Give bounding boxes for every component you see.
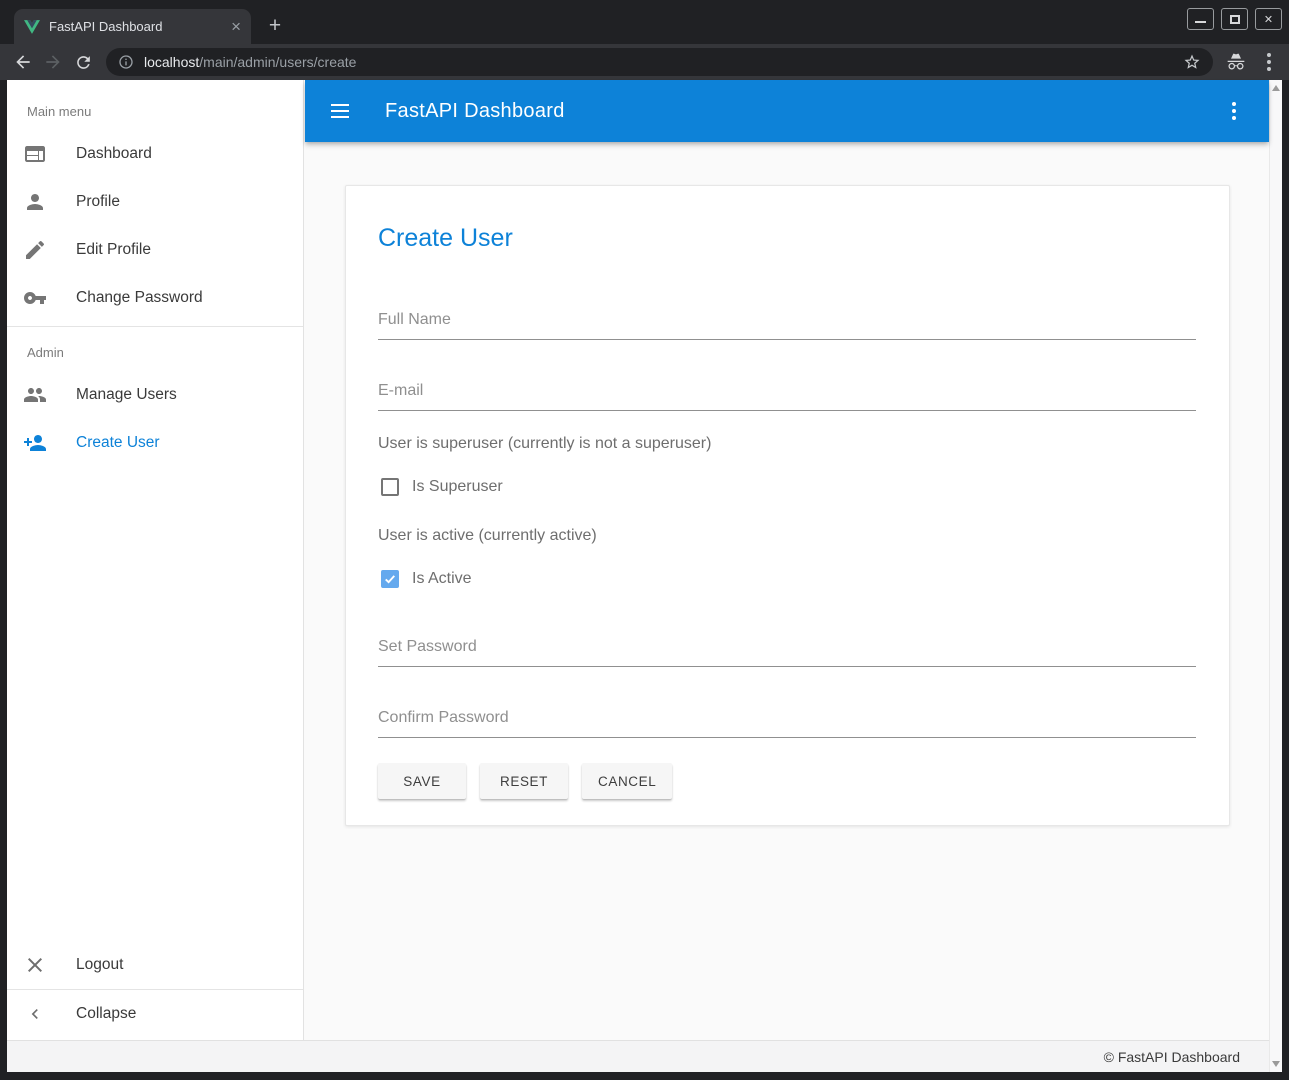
sidebar-item-dashboard[interactable]: Dashboard <box>7 130 303 178</box>
vue-logo-icon <box>24 19 40 35</box>
incognito-icon <box>1221 47 1251 77</box>
page-viewport: Main menu Dashboard Profile Edit Profile <box>7 80 1282 1072</box>
set-password-input[interactable] <box>378 637 1196 667</box>
person-add-icon <box>23 431 47 455</box>
form-actions: SAVE RESET CANCEL <box>378 763 1196 799</box>
app-title: FastAPI Dashboard <box>385 100 565 123</box>
sidebar-item-edit-profile[interactable]: Edit Profile <box>7 226 303 274</box>
people-icon <box>23 383 47 407</box>
dashboard-icon <box>23 142 47 166</box>
reload-button[interactable] <box>68 47 98 77</box>
email-input[interactable] <box>378 381 1196 411</box>
superuser-checkbox-row[interactable]: Is Superuser <box>378 477 1196 497</box>
close-x-icon <box>23 953 47 977</box>
appbar-kebab-icon[interactable] <box>1222 102 1246 120</box>
active-checkbox-row[interactable]: Is Active <box>378 569 1196 589</box>
sidebar-item-logout[interactable]: Logout <box>7 941 303 989</box>
page-scrollbar[interactable] <box>1269 80 1282 1072</box>
browser-tab-strip: FastAPI Dashboard × + ✕ <box>0 0 1289 44</box>
browser-window: FastAPI Dashboard × + ✕ localhost/main/a… <box>0 0 1289 1080</box>
sidebar-item-manage-users[interactable]: Manage Users <box>7 371 303 419</box>
main-area: FastAPI Dashboard Create User User is su… <box>305 80 1269 1040</box>
sidebar-item-label: Create User <box>76 434 160 452</box>
scroll-down-arrow-icon[interactable] <box>1272 1061 1280 1067</box>
person-icon <box>23 190 47 214</box>
create-user-card: Create User User is superuser (currently… <box>345 185 1230 826</box>
browser-menu-kebab-icon[interactable] <box>1251 47 1281 77</box>
sidebar-item-collapse[interactable]: Collapse <box>7 990 303 1038</box>
back-button[interactable] <box>8 47 38 77</box>
tab-title: FastAPI Dashboard <box>49 19 222 34</box>
pencil-icon <box>23 238 47 262</box>
address-bar[interactable]: localhost/main/admin/users/create <box>106 48 1213 76</box>
sidebar: Main menu Dashboard Profile Edit Profile <box>7 80 304 1040</box>
sidebar-item-label: Change Password <box>76 289 203 307</box>
sidebar-item-label: Edit Profile <box>76 241 151 259</box>
full-name-input[interactable] <box>378 310 1196 340</box>
tab-close-icon[interactable]: × <box>231 18 241 35</box>
browser-toolbar: localhost/main/admin/users/create <box>0 44 1289 80</box>
superuser-checkbox-label: Is Superuser <box>412 478 503 496</box>
key-icon <box>23 286 47 310</box>
window-close-button[interactable]: ✕ <box>1255 8 1282 30</box>
cancel-button[interactable]: CANCEL <box>582 763 672 799</box>
sidebar-item-profile[interactable]: Profile <box>7 178 303 226</box>
sidebar-section-admin: Admin <box>7 327 303 371</box>
sidebar-item-label: Profile <box>76 193 120 211</box>
chevron-left-icon <box>23 1002 47 1026</box>
full-name-field-wrap <box>378 310 1196 340</box>
window-maximize-button[interactable] <box>1221 8 1248 30</box>
set-password-field-wrap <box>378 637 1196 667</box>
superuser-hint: User is superuser (currently is not a su… <box>378 434 1196 454</box>
sidebar-item-label: Logout <box>76 956 123 974</box>
copyright-text: © FastAPI Dashboard <box>1104 1049 1240 1065</box>
app-bar: FastAPI Dashboard <box>305 80 1269 142</box>
scroll-up-arrow-icon[interactable] <box>1272 85 1280 91</box>
window-minimize-button[interactable] <box>1187 8 1214 30</box>
sidebar-item-label: Collapse <box>76 1005 136 1023</box>
url-text: localhost/main/admin/users/create <box>144 54 356 70</box>
sidebar-item-label: Manage Users <box>76 386 177 404</box>
superuser-checkbox[interactable] <box>381 478 399 496</box>
active-checkbox[interactable] <box>381 570 399 588</box>
sidebar-item-create-user[interactable]: Create User <box>7 419 303 467</box>
sidebar-bottom-group: Logout Collapse <box>7 941 303 1038</box>
bookmark-star-icon[interactable] <box>1183 53 1201 71</box>
page-title: Create User <box>378 224 1196 254</box>
reset-button[interactable]: RESET <box>480 763 568 799</box>
confirm-password-input[interactable] <box>378 708 1196 738</box>
email-field-wrap <box>378 381 1196 411</box>
site-info-icon[interactable] <box>118 54 134 70</box>
url-host: localhost <box>144 54 199 70</box>
new-tab-button[interactable]: + <box>261 12 289 40</box>
save-button[interactable]: SAVE <box>378 763 466 799</box>
sidebar-section-main-menu: Main menu <box>7 80 303 130</box>
confirm-password-field-wrap <box>378 708 1196 738</box>
forward-button[interactable] <box>38 47 68 77</box>
url-path: /main/admin/users/create <box>199 54 356 70</box>
active-checkbox-label: Is Active <box>412 570 472 588</box>
window-controls: ✕ <box>1187 8 1282 30</box>
page-footer: © FastAPI Dashboard <box>7 1040 1269 1072</box>
hamburger-menu-icon[interactable] <box>328 99 352 123</box>
active-hint: User is active (currently active) <box>378 526 1196 546</box>
sidebar-item-change-password[interactable]: Change Password <box>7 274 303 322</box>
browser-tab[interactable]: FastAPI Dashboard × <box>14 9 251 44</box>
sidebar-item-label: Dashboard <box>76 145 152 163</box>
